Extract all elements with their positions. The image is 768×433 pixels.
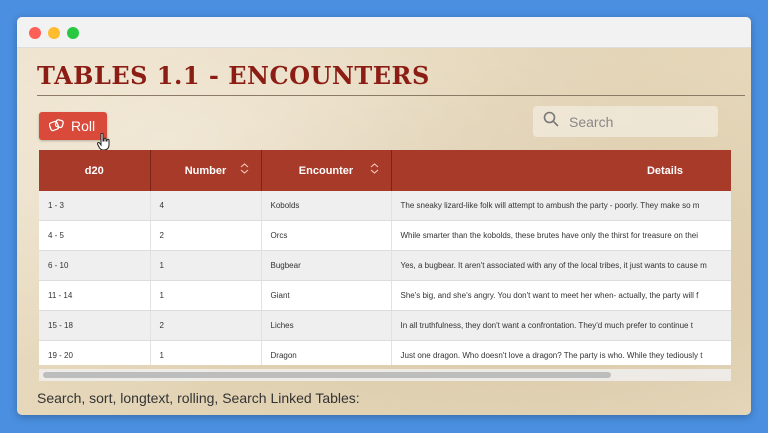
cell-number: 1 <box>150 340 262 365</box>
table-row[interactable]: 11 - 14 1 Giant She's big, and she's ang… <box>39 280 731 311</box>
cell-number: 2 <box>150 220 262 251</box>
cell-number: 1 <box>150 250 262 281</box>
column-header-details: Details <box>391 150 731 191</box>
cell-d20: 11 - 14 <box>39 280 151 311</box>
cell-d20: 19 - 20 <box>39 340 151 365</box>
table-row[interactable]: 6 - 10 1 Bugbear Yes, a bugbear. It aren… <box>39 250 731 281</box>
cell-number: 2 <box>150 310 262 341</box>
sort-icon[interactable] <box>370 163 379 177</box>
table-header-row: d20 Number Encounter Details <box>39 150 731 191</box>
maximize-window-button[interactable] <box>67 27 79 39</box>
column-header-d20: d20 <box>39 150 151 191</box>
footer-caption: Search, sort, longtext, rolling, Search … <box>37 390 360 406</box>
search-icon <box>543 111 559 132</box>
page-title: TABLES 1.1 - ENCOUNTERS <box>37 61 430 90</box>
cell-details: The sneaky lizard-like folk will attempt… <box>391 191 731 221</box>
table-row[interactable]: 1 - 3 4 Kobolds The sneaky lizard-like f… <box>39 191 731 221</box>
roll-button-label: Roll <box>71 118 96 134</box>
cell-encounter: Giant <box>261 280 392 311</box>
sort-icon[interactable] <box>240 163 249 177</box>
cell-d20: 4 - 5 <box>39 220 151 251</box>
cell-details: In all truthfulness, they don't want a c… <box>391 310 731 341</box>
cell-encounter: Kobolds <box>261 191 392 221</box>
cell-details: She's big, and she's angry. You don't wa… <box>391 280 731 311</box>
encounter-table-container[interactable]: d20 Number Encounter Details 1 - 3 4 Kob… <box>39 150 731 365</box>
table-row[interactable]: 19 - 20 1 Dragon Just one dragon. Who do… <box>39 340 731 365</box>
column-header-number[interactable]: Number <box>150 150 262 191</box>
window-titlebar <box>17 17 751 48</box>
cell-encounter: Orcs <box>261 220 392 251</box>
search-box[interactable] <box>533 106 718 137</box>
cell-number: 4 <box>150 191 262 221</box>
cell-encounter: Dragon <box>261 340 392 365</box>
dice-icon <box>48 118 65 135</box>
table-row[interactable]: 15 - 18 2 Liches In all truthfulness, th… <box>39 310 731 341</box>
cell-details: Just one dragon. Who doesn't love a drag… <box>391 340 731 365</box>
horizontal-scrollbar[interactable] <box>39 369 731 381</box>
scrollbar-thumb[interactable] <box>43 372 611 378</box>
cell-d20: 15 - 18 <box>39 310 151 341</box>
cell-details: Yes, a bugbear. It aren't associated wit… <box>391 250 731 281</box>
cell-details: While smarter than the kobolds, these br… <box>391 220 731 251</box>
cell-encounter: Bugbear <box>261 250 392 281</box>
encounter-table: d20 Number Encounter Details 1 - 3 4 Kob… <box>39 150 731 365</box>
cell-number: 1 <box>150 280 262 311</box>
cell-d20: 6 - 10 <box>39 250 151 281</box>
cell-encounter: Liches <box>261 310 392 341</box>
title-divider <box>37 95 745 96</box>
app-window: TABLES 1.1 - ENCOUNTERS Roll Search d20 … <box>17 17 751 415</box>
close-window-button[interactable] <box>29 27 41 39</box>
minimize-window-button[interactable] <box>48 27 60 39</box>
table-row[interactable]: 4 - 5 2 Orcs While smarter than the kobo… <box>39 220 731 251</box>
column-header-encounter[interactable]: Encounter <box>261 150 392 191</box>
cell-d20: 1 - 3 <box>39 191 151 221</box>
search-input[interactable] <box>567 112 711 131</box>
